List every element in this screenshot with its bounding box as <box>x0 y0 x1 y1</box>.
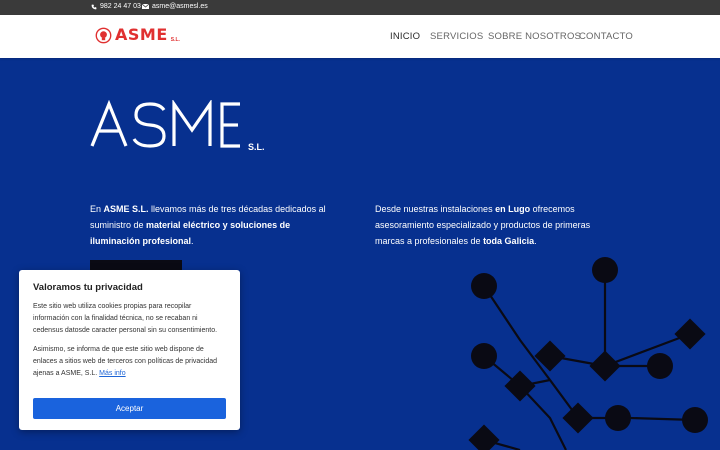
nav-item-contacto[interactable]: CONTACTO <box>579 30 633 44</box>
cookie-text-2: Asimismo, se informa de que este sitio w… <box>33 346 218 377</box>
nav-item-inicio[interactable]: INICIO <box>390 30 420 44</box>
main-nav: INICIO SERVICIOS SOBRE NOSOTROS CONTACTO <box>0 30 720 44</box>
cookie-text-1: Este sitio web utiliza cookies propias p… <box>33 303 218 334</box>
hero-logo-suffix: S.L. <box>248 142 265 152</box>
hero-logo: S.L. <box>90 98 270 157</box>
site-header: ASME S.L. INICIO SERVICIOS SOBRE NOSOTRO… <box>0 15 720 58</box>
envelope-icon <box>142 4 149 9</box>
email-address: asme@asmesl.es <box>152 3 208 10</box>
email-contact[interactable]: asme@asmesl.es <box>142 3 208 10</box>
hero-logo-graphic: S.L. <box>90 98 265 152</box>
phone-number: 982 24 47 03 <box>100 3 141 10</box>
nav-item-servicios[interactable]: SERVICIOS <box>430 30 483 44</box>
accept-cookies-button[interactable]: Aceptar <box>33 398 226 419</box>
nav-item-sobre-nosotros[interactable]: SOBRE NOSOTROS <box>488 30 581 44</box>
cookie-consent-dialog: Valoramos tu privacidad Este sitio web u… <box>19 270 240 430</box>
phone-icon <box>91 4 97 9</box>
intro-text-left: En ASME S.L. llevamos más de tres década… <box>90 204 326 246</box>
phone-contact[interactable]: 982 24 47 03 <box>91 3 141 10</box>
network-decoration <box>468 257 708 450</box>
more-info-link[interactable]: Más info <box>99 370 125 377</box>
cookie-title: Valoramos tu privacidad <box>33 282 143 293</box>
top-bar: 982 24 47 03 asme@asmesl.es <box>0 0 720 15</box>
